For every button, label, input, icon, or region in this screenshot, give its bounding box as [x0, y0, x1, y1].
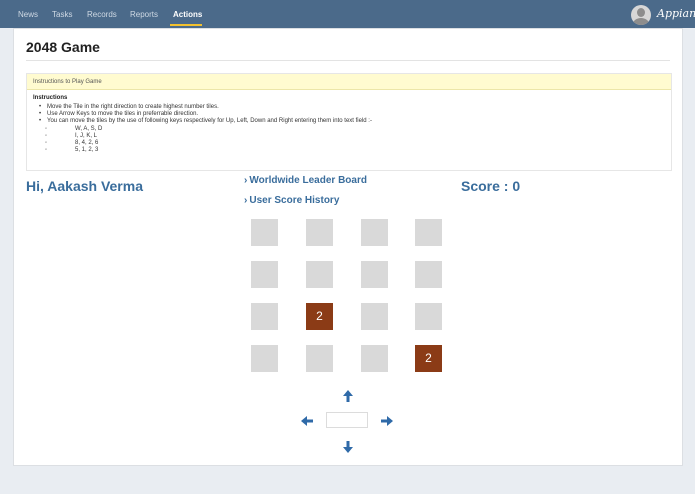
game-tile: [415, 219, 442, 246]
key-set-item: 5, 1, 2, 3: [45, 147, 102, 154]
nav-records[interactable]: Records: [87, 0, 117, 28]
instructions-header: Instructions to Play Game: [27, 74, 671, 90]
nav-reports[interactable]: Reports: [130, 0, 158, 28]
chevron-right-icon: ›: [244, 175, 248, 186]
key-set-item: I, J, K, L: [45, 133, 102, 140]
title-divider: [26, 60, 670, 61]
score-history-link[interactable]: › User Score History: [244, 195, 339, 206]
avatar-head-icon: [637, 8, 645, 17]
nav-tasks[interactable]: Tasks: [52, 0, 72, 28]
game-tile: [306, 219, 333, 246]
leaderboard-link-label: Worldwide Leader Board: [249, 175, 367, 186]
instruction-item: Use Arrow Keys to move the tiles in pref…: [39, 111, 372, 118]
arrow-up-icon[interactable]: [341, 389, 355, 403]
leaderboard-link[interactable]: › Worldwide Leader Board: [244, 175, 367, 186]
avatar-body-icon: [633, 18, 649, 25]
instructions-list: Move the Tile in the right direction to …: [39, 104, 372, 125]
key-set-item: W, A, S, D: [45, 126, 102, 133]
game-tile: [251, 219, 278, 246]
game-tile: 2: [306, 303, 333, 330]
game-tile: [251, 261, 278, 288]
game-tile: [361, 219, 388, 246]
user-avatar[interactable]: [631, 5, 651, 25]
score-display: Score : 0: [461, 178, 521, 194]
game-tile: [415, 261, 442, 288]
game-tile: 2: [415, 345, 442, 372]
instruction-item: You can move the tiles by the use of fol…: [39, 118, 372, 125]
active-tab-indicator: [170, 24, 202, 26]
main-card: 2048 Game Instructions to Play Game Inst…: [13, 28, 683, 466]
key-set-list: W, A, S, D I, J, K, L 8, 4, 2, 6 5, 1, 2…: [45, 126, 102, 154]
arrow-right-icon[interactable]: [380, 414, 394, 428]
move-key-input[interactable]: [326, 412, 368, 428]
arrow-down-icon[interactable]: [341, 440, 355, 454]
user-greeting: Hi, Aakash Verma: [26, 178, 143, 194]
game-tile: [415, 303, 442, 330]
chevron-right-icon: ›: [244, 195, 248, 206]
game-tile: [306, 261, 333, 288]
game-tile: [251, 345, 278, 372]
score-history-link-label: User Score History: [249, 195, 340, 206]
brand-logo: Appian: [657, 7, 695, 20]
game-tile: [361, 303, 388, 330]
instructions-box: Instructions to Play Game Instructions M…: [26, 73, 672, 171]
top-navigation-bar: News Tasks Records Reports Actions Appia…: [0, 0, 695, 28]
arrow-left-icon[interactable]: [300, 414, 314, 428]
nav-news[interactable]: News: [18, 0, 38, 28]
key-set-item: 8, 4, 2, 6: [45, 140, 102, 147]
page-title: 2048 Game: [26, 39, 100, 55]
game-tile: [361, 261, 388, 288]
game-tile: [306, 345, 333, 372]
instructions-title: Instructions: [33, 95, 68, 101]
instruction-item: Move the Tile in the right direction to …: [39, 104, 372, 111]
game-tile: [251, 303, 278, 330]
game-tile: [361, 345, 388, 372]
